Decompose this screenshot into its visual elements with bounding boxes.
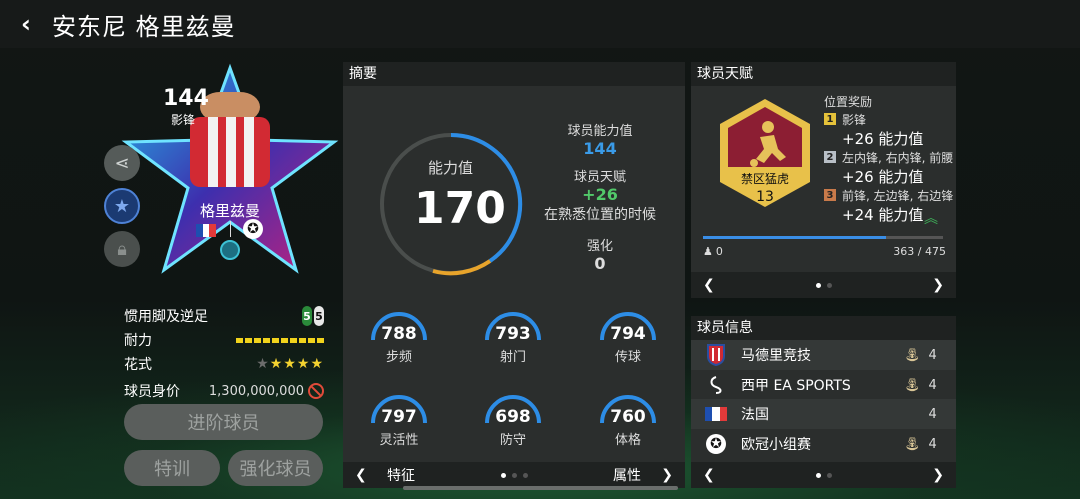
player-info-title: 球员信息 [691, 316, 956, 340]
france-flag-icon [196, 224, 217, 237]
chevron-left-icon: ‹ [21, 10, 31, 38]
talent-start: ♟ 0 [703, 245, 723, 258]
star-icon: ★ [113, 195, 131, 217]
summary-nav: ❮ 特征 属性 ❯ [343, 462, 685, 488]
talent-info: 球员天赋 +26 在熟悉位置的时候 [544, 170, 656, 223]
talent-name: 禁区猛虎 [740, 172, 789, 186]
page-dots [815, 282, 832, 288]
stat-item: 793 射门 [478, 310, 548, 370]
training-button[interactable]: 特训 [124, 450, 220, 486]
divider [230, 221, 231, 237]
user-icon: ♟ [703, 245, 713, 258]
page-title: 安东尼 格里兹曼 [52, 12, 236, 41]
advance-player-button[interactable]: 进阶球员 [124, 404, 323, 440]
attr-label: 惯用脚及逆足 [124, 309, 208, 325]
stat-item: 788 步频 [364, 310, 434, 370]
stat-label: 灵活性 [379, 433, 419, 448]
champions-league-icon: ✪ [701, 434, 731, 454]
overall-value: 170 [414, 183, 506, 234]
share-button[interactable]: ⋖ [104, 145, 140, 181]
talent-nav: ❮ ❯ [691, 272, 956, 298]
boost-info: 强化 0 [586, 239, 613, 273]
page-dots [500, 472, 528, 478]
lamp-icon: ⛲︎ [904, 436, 921, 452]
favorite-button[interactable]: ★ [104, 188, 140, 224]
stamina-bar [236, 337, 324, 343]
club-badge-icon [220, 240, 240, 260]
stat-value: 698 [495, 407, 531, 427]
card-rating: 144 [163, 86, 209, 111]
top-bar: ‹ 安东尼 格里兹曼 [0, 0, 1080, 48]
stat-value: 760 [610, 407, 646, 427]
laliga-logo-icon [701, 375, 731, 395]
nav-next-button[interactable]: ❯ [932, 277, 944, 293]
stat-label: 传球 [614, 350, 641, 365]
nav-right-label[interactable]: 属性 [613, 465, 641, 485]
weak-foot-badge: 5 5 [302, 306, 324, 326]
nav-prev-button[interactable]: ❮ [355, 467, 367, 483]
talent-level: 13 [756, 189, 774, 205]
champions-league-ball-icon: ✪ [243, 219, 263, 239]
player-value: 1,300,000,000 [208, 383, 304, 399]
info-row-club[interactable]: 马德里竞技 ⛲︎ 4 [691, 340, 956, 370]
stat-label: 体格 [614, 433, 641, 448]
nav-next-button[interactable]: ❯ [661, 467, 673, 483]
back-button[interactable]: ‹ [0, 0, 52, 48]
nav-prev-button[interactable]: ❮ [703, 467, 715, 483]
stat-item: 698 防守 [478, 393, 548, 453]
nav-prev-button[interactable]: ❮ [703, 277, 715, 293]
horizontal-scrollbar[interactable] [403, 486, 678, 490]
info-nav: ❮ ❯ [691, 462, 956, 488]
stat-item: 794 传球 [593, 310, 663, 370]
page-dots [815, 472, 832, 478]
stat-item: 797 灵活性 [364, 393, 434, 453]
attr-label: 耐力 [124, 333, 152, 349]
share-icon: ⋖ [114, 152, 130, 174]
talent-progress-text: 363 / 475 [893, 245, 946, 258]
stat-label: 射门 [499, 350, 526, 365]
info-row-league[interactable]: 西甲 EA SPORTS ⛲︎ 4 [691, 370, 956, 400]
stat-value: 788 [381, 324, 417, 344]
nav-left-label[interactable]: 特征 [387, 465, 415, 485]
info-row-competition[interactable]: ✪ 欧冠小组赛 ⛲︎ 4 [691, 429, 956, 459]
talent-progress [703, 236, 943, 239]
nav-next-button[interactable]: ❯ [932, 467, 944, 483]
lamp-icon: ⛲︎ [904, 377, 921, 393]
upgrade-player-button[interactable]: 强化球员 [228, 450, 323, 486]
stat-label: 防守 [499, 433, 526, 448]
level-up-icon: ︽ [924, 211, 938, 227]
france-flag-icon [701, 407, 731, 421]
card-position: 影锋 [171, 113, 196, 127]
attr-value: 球员身价 1,300,000,000 [124, 380, 324, 402]
stat-value: 793 [495, 324, 531, 344]
attr-skill-moves: 花式 ★★★★★ [124, 353, 324, 375]
lock-icon: 🔒︎ [117, 238, 127, 260]
stat-value: 797 [381, 407, 417, 427]
talent-title: 球员天赋 [691, 62, 956, 86]
skill-stars: ★★★★★ [256, 356, 324, 372]
attr-label: 花式 [124, 357, 152, 373]
info-row-nation[interactable]: 法国 ⛲︎4 [691, 399, 956, 429]
lock-button[interactable]: 🔒︎ [104, 231, 140, 267]
stat-label: 步频 [385, 350, 412, 365]
position-bonus-list: 位置奖励 1 影锋 +26 能力值 2 左内锋, 右内锋, 前腰 +26 能力值 3… [824, 94, 954, 224]
not-tradable-icon [308, 383, 324, 399]
player-rating-info: 球员能力值 144 [567, 124, 633, 158]
attr-stamina: 耐力 [124, 329, 324, 351]
overall-label: 能力值 [428, 159, 474, 177]
stat-value: 794 [610, 324, 646, 344]
stat-item: 760 体格 [593, 393, 663, 453]
card-player-name: 格里兹曼 [200, 202, 261, 220]
attr-label: 球员身价 [124, 384, 180, 400]
summary-title: 摘要 [343, 62, 685, 86]
attr-weak-foot: 惯用脚及逆足 5 5 [124, 305, 324, 327]
lamp-icon: ⛲︎ [904, 347, 921, 363]
atletico-crest-icon [701, 344, 731, 366]
